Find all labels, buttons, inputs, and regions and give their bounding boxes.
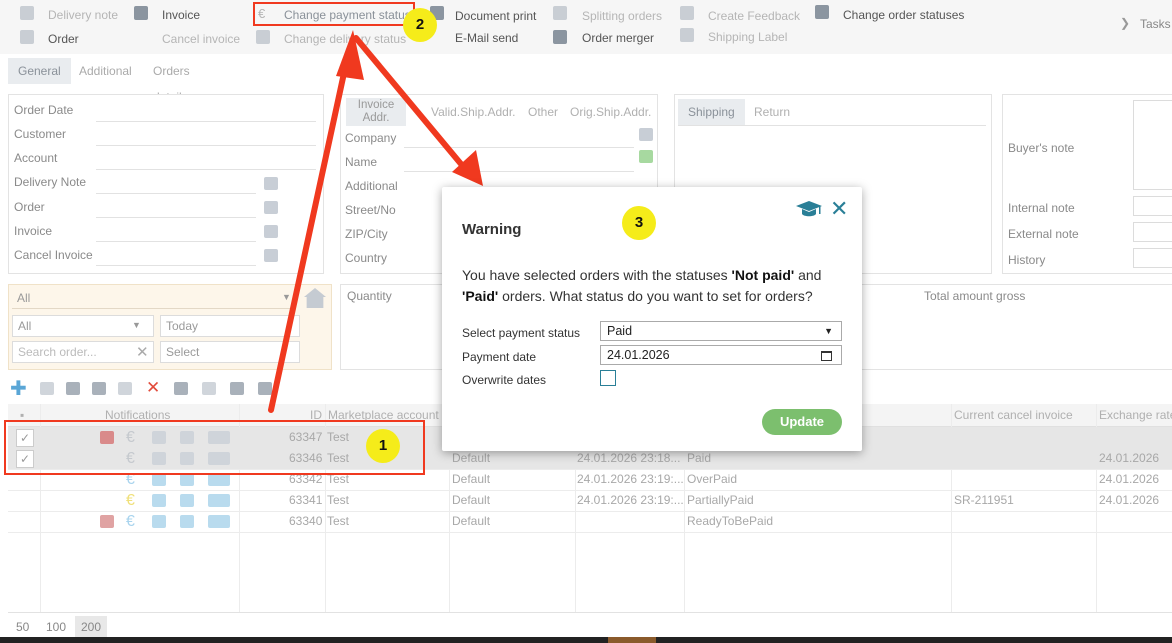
close-icon[interactable]: ✕ [830,197,848,221]
calendar-icon[interactable] [821,351,832,361]
arrow-shaft-up [268,47,352,413]
payment-date-input[interactable]: 24.01.2026 [600,345,842,365]
step-badge-3: 3 [622,206,656,240]
payment-status-label: Select payment status [462,326,581,340]
dialog-title: Warning [462,221,522,238]
arrow-shaft-down [353,35,469,173]
status-not-paid: 'Not paid' [731,267,795,283]
arrow-head-up [336,30,364,80]
payment-date-label: Payment date [462,350,537,364]
payment-status-select[interactable]: Paid ▼ [600,321,842,341]
step-badge-1: 1 [366,429,400,463]
overwrite-dates-label: Overwrite dates [462,373,547,387]
help-graduation-cap-icon[interactable] [796,201,822,217]
update-button[interactable]: Update [762,409,842,435]
status-paid: 'Paid' [462,288,499,304]
chevron-down-icon: ▼ [824,326,833,336]
dialog-message: You have selected orders with the status… [462,267,822,304]
overwrite-dates-checkbox[interactable] [600,370,616,386]
step-badge-2: 2 [403,8,437,42]
